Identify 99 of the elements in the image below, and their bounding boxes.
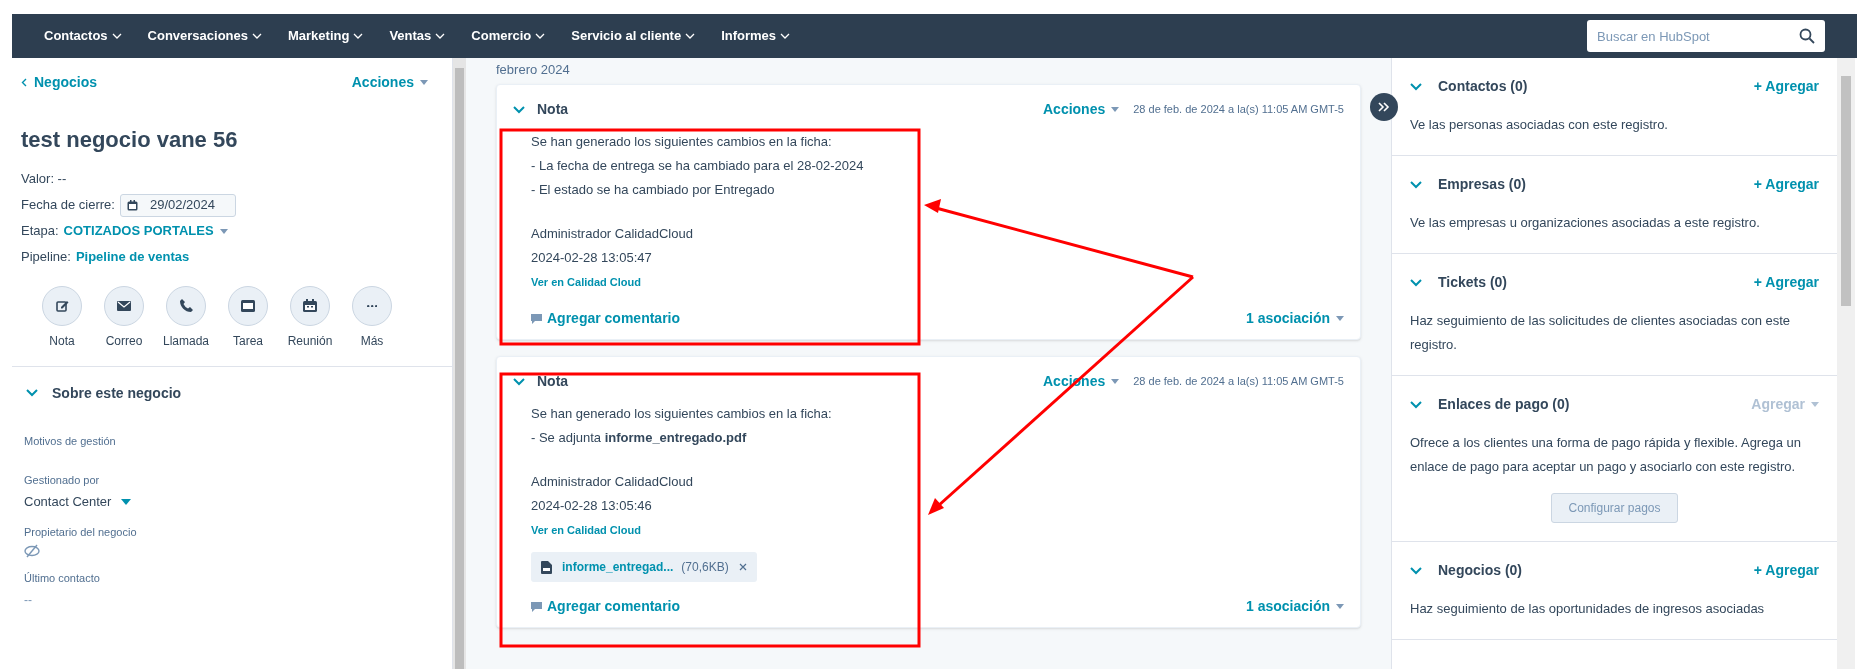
pipeline-link[interactable]: Pipeline de ventas xyxy=(75,247,190,267)
caret-icon xyxy=(219,228,228,234)
note-text: - El estado se ha cambiado por Entregado xyxy=(531,181,776,199)
property-label: Propietario del negocio xyxy=(24,524,138,540)
scrollbar-thumb[interactable] xyxy=(1841,76,1851,306)
field-text: Valor: -- xyxy=(21,170,67,189)
add-button[interactable]: + Agregar xyxy=(1753,272,1819,293)
month-label: febrero 2024 xyxy=(496,61,571,79)
nav-menu-item[interactable]: Servicio al cliente xyxy=(571,26,696,46)
window-icon xyxy=(239,297,257,315)
chevron-down-icon xyxy=(513,377,525,386)
note-toggle[interactable]: Nota xyxy=(513,371,569,392)
add-comment-button[interactable]: Agregar comentario xyxy=(531,596,681,617)
comment-icon xyxy=(531,601,542,612)
section-toggle[interactable]: Negocios (0) xyxy=(1410,560,1522,581)
section-description: Haz seguimiento de las oportunidades de ingresos asociadas xyxy=(1410,600,1766,618)
add-comment-button[interactable]: Agregar comentario xyxy=(531,308,681,329)
section-description: Haz seguimiento de las solicitudes de clientes asociadas con este registro. xyxy=(1410,312,1792,354)
note-datetime: 2024-02-28 13:05:46 xyxy=(531,497,653,515)
section-description: Ve las empresas u organizaciones asociadas a este registro. xyxy=(1410,214,1761,232)
add-button[interactable]: + Agregar xyxy=(1753,76,1819,97)
caret-icon xyxy=(1336,604,1344,609)
section-description: Ve las personas asociadas con este registro. xyxy=(1410,116,1669,134)
caret-icon xyxy=(780,33,791,39)
calendar-icon xyxy=(301,297,319,315)
field-label: Pipeline: xyxy=(21,248,71,267)
note-text: Se han generado los siguientes cambios en la ficha: xyxy=(531,133,833,151)
nav-menu-item[interactable]: Marketing xyxy=(288,26,364,46)
note-datetime: 2024-02-28 13:05:47 xyxy=(531,249,653,267)
field-label: Fecha de cierre: xyxy=(21,196,115,215)
file-icon xyxy=(541,560,552,574)
caret-icon xyxy=(252,33,262,39)
note-author: Administrador CalidadCloud xyxy=(531,473,694,491)
note-toggle[interactable]: Nota xyxy=(513,99,569,120)
property-label: Último contacto xyxy=(24,571,101,586)
record-title: test negocio vane 56 xyxy=(21,126,239,154)
actions-dropdown[interactable]: Acciones xyxy=(351,72,428,93)
note-text: Se han generado los siguientes cambios en la ficha: xyxy=(531,405,833,423)
nav-menu-item[interactable]: Contactos xyxy=(44,26,122,46)
scrollbar-thumb[interactable] xyxy=(455,68,464,669)
caret-icon xyxy=(121,498,132,505)
property-label: Motivos de gestión xyxy=(24,434,117,449)
section-toggle[interactable]: Contactos (0) xyxy=(1410,76,1528,97)
section-toggle[interactable]: Tickets (0) xyxy=(1410,272,1507,293)
section-toggle[interactable]: Enlaces de pago (0) xyxy=(1410,394,1570,415)
note-author: Administrador CalidadCloud xyxy=(531,225,694,243)
actions-dropdown[interactable]: Acciones xyxy=(1043,99,1120,120)
property-value: -- xyxy=(24,591,33,609)
eye-slash-icon xyxy=(24,544,40,558)
associations-dropdown[interactable]: 1 asociación xyxy=(1245,308,1344,329)
caret-icon xyxy=(1811,402,1819,407)
nav-menu-item[interactable]: Informes xyxy=(721,26,791,46)
chevron-down-icon xyxy=(513,105,525,114)
chevron-down-icon xyxy=(1410,400,1422,409)
phone-icon xyxy=(177,297,195,315)
property-label: Gestionado por xyxy=(24,472,101,488)
chevron-down-icon xyxy=(1410,278,1422,287)
calendar-icon xyxy=(126,199,138,211)
associations-dropdown[interactable]: 1 asociación xyxy=(1245,596,1344,617)
nav-menu-item[interactable]: Ventas xyxy=(389,26,446,46)
double-chevron-icon xyxy=(1378,102,1390,112)
note-link[interactable]: Ver en Calidad Cloud xyxy=(531,518,642,542)
chevron-down-icon xyxy=(1410,180,1422,189)
caret-icon xyxy=(1111,379,1120,384)
field-label: Etapa: xyxy=(21,222,59,241)
nav-menu-item[interactable]: Conversaciones xyxy=(147,26,262,46)
note-text: - Se adjunta informe_entregado.pdf xyxy=(531,429,748,447)
owner-dropdown[interactable]: Contact Center xyxy=(24,492,132,512)
section-toggle[interactable]: Sobre este negocio xyxy=(12,367,196,419)
close-icon xyxy=(738,563,747,571)
caret-icon xyxy=(420,80,428,85)
caret-icon xyxy=(435,33,446,39)
add-button[interactable]: + Agregar xyxy=(1753,560,1819,581)
section-toggle[interactable]: Empresas (0) xyxy=(1410,174,1526,195)
caret-icon xyxy=(535,33,546,39)
chevron-down-icon xyxy=(26,389,38,397)
nav-menu-item[interactable]: Comercio xyxy=(471,26,546,46)
caret-icon xyxy=(111,33,122,39)
search-icon xyxy=(1799,28,1815,44)
chevron-down-icon xyxy=(1410,566,1422,575)
back-link[interactable]: Negocios xyxy=(21,72,97,93)
caret-icon xyxy=(685,33,696,39)
attachment-chip[interactable]: informe_entregad... (70,6KB) xyxy=(531,552,757,582)
note-link[interactable]: Ver en Calidad Cloud xyxy=(531,270,642,294)
caret-icon xyxy=(1111,107,1120,112)
section-description: Ofrece a los clientes una forma de pago rápida y flexible. Agrega un enlace de pago para aceptar un pago y asociarlo con este registro. xyxy=(1410,434,1802,476)
caret-icon xyxy=(1336,316,1344,321)
chevron-down-icon xyxy=(1410,82,1422,91)
add-button[interactable]: + Agregar xyxy=(1753,174,1819,195)
note-text: - La fecha de entrega se ha cambiado para el 28-02-2024 xyxy=(531,157,865,175)
date-field[interactable]: 29/02/2024 xyxy=(119,193,236,217)
more-icon xyxy=(366,304,378,308)
search-field[interactable]: Buscar en HubSpot xyxy=(1587,20,1825,52)
comment-icon xyxy=(531,313,542,324)
note-timestamp: 28 de feb. de 2024 a la(s) 11:05 AM GMT-5 xyxy=(1133,374,1344,390)
chevron-left-icon xyxy=(21,78,27,87)
stage-dropdown[interactable]: COTIZADOS PORTALES xyxy=(63,221,228,241)
note-timestamp: 28 de feb. de 2024 a la(s) 11:05 AM GMT-5 xyxy=(1133,102,1344,118)
caret-icon xyxy=(353,33,364,39)
